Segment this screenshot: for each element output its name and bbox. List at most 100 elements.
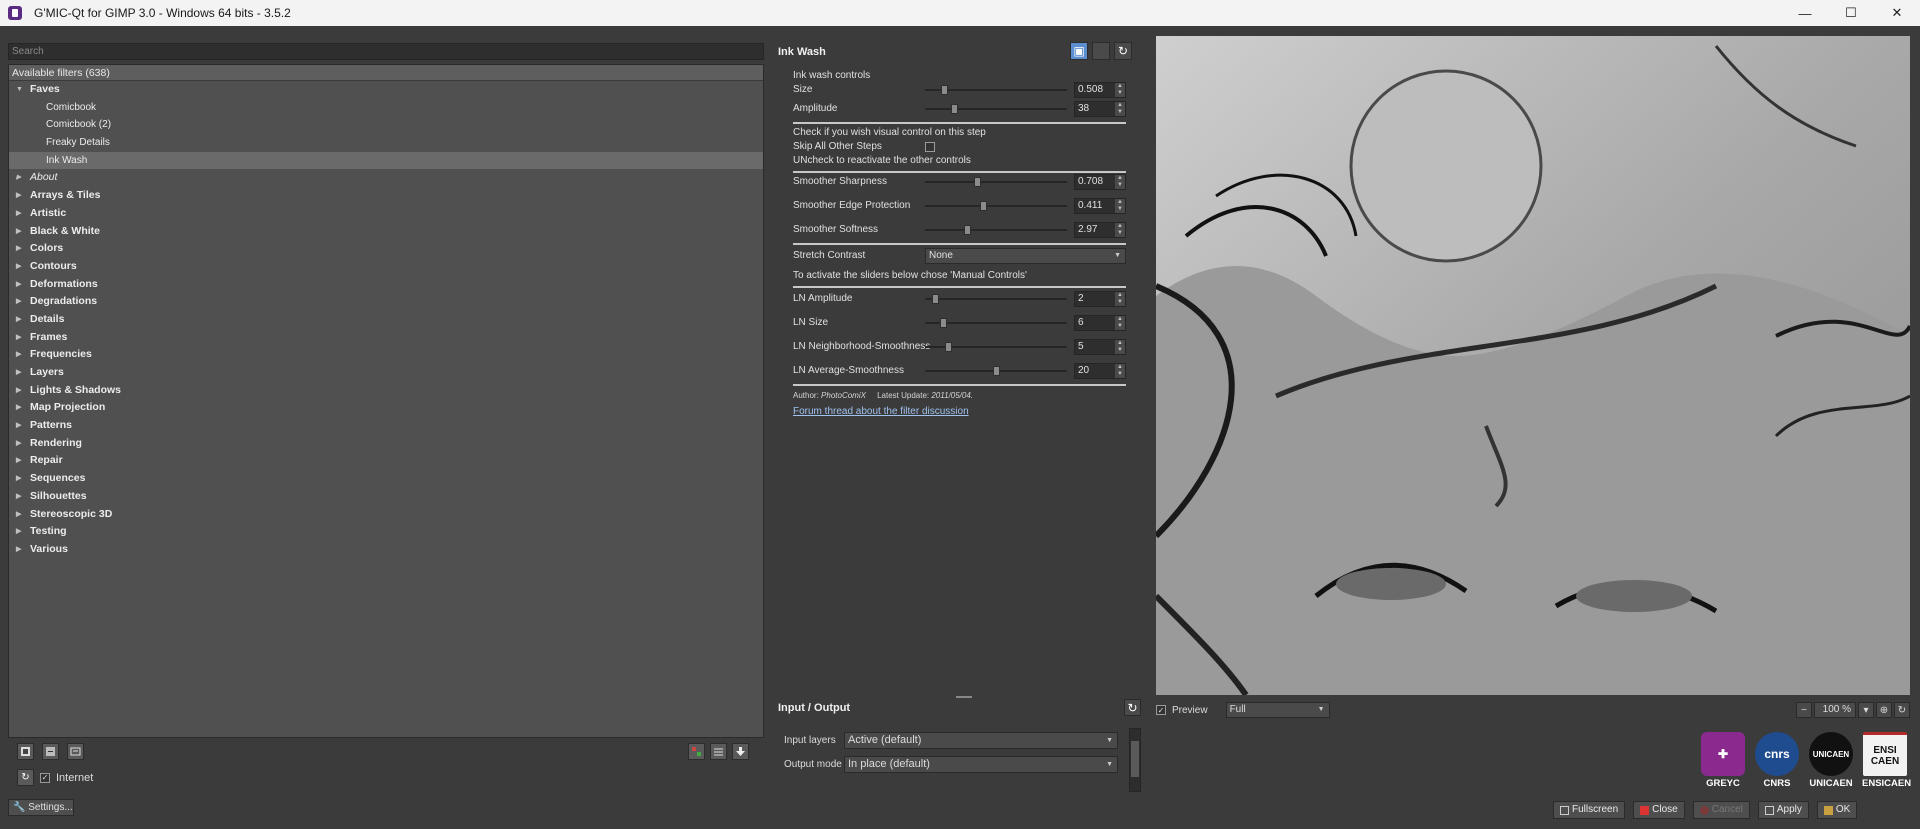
- zoom-in-button[interactable]: ⊕: [1876, 702, 1892, 718]
- cancel-button[interactable]: Cancel: [1692, 801, 1750, 819]
- filter-item[interactable]: Ink Wash: [9, 151, 763, 170]
- filter-category[interactable]: ▶ Repair: [9, 452, 763, 470]
- smoother-sharpness-slider[interactable]: [925, 177, 1067, 187]
- filter-tree[interactable]: Available filters (638) ▼ Faves Comicbook C…: [8, 64, 764, 738]
- expand-right-icon[interactable]: ▶: [16, 506, 21, 524]
- spin-arrows-icon[interactable]: ▲ ▼: [1115, 316, 1125, 330]
- filter-category[interactable]: ▶ Map Projection: [9, 399, 763, 417]
- expand-right-icon[interactable]: ▶: [16, 470, 21, 488]
- settings-button[interactable]: 🔧 Settings...: [8, 799, 74, 816]
- expand-right-icon[interactable]: ▶: [16, 523, 21, 541]
- expand-right-icon[interactable]: ▶: [16, 329, 21, 347]
- ln-amplitude-slider[interactable]: [925, 294, 1067, 304]
- spin-arrows-icon[interactable]: ▲ ▼: [1115, 340, 1125, 354]
- internet-checkbox[interactable]: ✓: [40, 772, 50, 783]
- expand-right-icon[interactable]: ▶: [16, 488, 21, 506]
- filter-category[interactable]: ▶ Contours: [9, 258, 763, 276]
- expand-right-icon[interactable]: ▶: [16, 293, 21, 311]
- spin-arrows-icon[interactable]: ▲ ▼: [1115, 223, 1125, 237]
- size-spinbox[interactable]: 0.508 ▲ ▼: [1074, 82, 1126, 98]
- expand-right-icon[interactable]: ▶: [16, 399, 21, 417]
- filter-category[interactable]: ▶ Patterns: [9, 417, 763, 435]
- copy-command-button[interactable]: [1092, 42, 1110, 60]
- smoother-sharpness-spinbox[interactable]: 0.708 ▲ ▼: [1074, 174, 1126, 190]
- expand-right-icon[interactable]: ▶: [16, 240, 21, 258]
- preview-checkbox[interactable]: ✓: [1156, 705, 1166, 715]
- close-window-button[interactable]: ✕: [1874, 0, 1920, 26]
- ln-average-knob[interactable]: [993, 366, 1000, 376]
- update-filters-button[interactable]: [732, 743, 749, 760]
- filter-category[interactable]: ▶ Rendering: [9, 435, 763, 453]
- preview-mode-select[interactable]: Full ▼: [1225, 702, 1330, 718]
- expand-right-icon[interactable]: ▶: [16, 541, 21, 559]
- expand-right-icon[interactable]: ▶: [16, 452, 21, 470]
- amplitude-spinbox[interactable]: 38 ▲ ▼: [1074, 101, 1126, 117]
- smoother-softness-knob[interactable]: [964, 225, 971, 235]
- forum-thread-link[interactable]: Forum thread about the filter discussion: [793, 404, 969, 420]
- expand-right-icon[interactable]: ▶: [16, 435, 21, 453]
- spin-arrows-icon[interactable]: ▲ ▼: [1115, 83, 1125, 97]
- maximize-button[interactable]: ☐: [1828, 0, 1874, 26]
- filter-category[interactable]: ▶ Lights & Shadows: [9, 382, 763, 400]
- size-slider-knob[interactable]: [941, 85, 948, 95]
- preview-canvas[interactable]: [1156, 36, 1910, 695]
- ln-neighborhood-spinbox[interactable]: 5 ▲ ▼: [1074, 339, 1126, 355]
- close-button[interactable]: Close: [1633, 801, 1685, 819]
- expand-right-icon[interactable]: ▶: [16, 346, 21, 364]
- smoother-sharpness-knob[interactable]: [974, 177, 981, 187]
- remove-fave-button[interactable]: [42, 743, 59, 760]
- ln-neighborhood-slider[interactable]: [925, 342, 1067, 352]
- expand-right-icon[interactable]: ▶: [16, 382, 21, 400]
- filter-category[interactable]: ▶ Various: [9, 541, 763, 559]
- smoother-edge-knob[interactable]: [980, 201, 987, 211]
- ln-amplitude-spinbox[interactable]: 2 ▲ ▼: [1074, 291, 1126, 307]
- reset-zoom-button[interactable]: ↻: [1894, 702, 1910, 718]
- filter-item[interactable]: Freaky Details: [9, 134, 763, 152]
- spin-arrows-icon[interactable]: ▲ ▼: [1115, 364, 1125, 378]
- ln-amplitude-knob[interactable]: [932, 294, 939, 304]
- stretch-contrast-select[interactable]: None ▼: [925, 248, 1126, 264]
- ln-neighborhood-knob[interactable]: [945, 342, 952, 352]
- rename-fave-button[interactable]: [67, 743, 84, 760]
- selective-mode-button[interactable]: [688, 743, 705, 760]
- expand-right-icon[interactable]: ▶: [16, 417, 21, 435]
- smoother-edge-spinbox[interactable]: 0.411 ▲ ▼: [1074, 198, 1126, 214]
- spin-arrows-icon[interactable]: ▲ ▼: [1115, 199, 1125, 213]
- size-slider[interactable]: [925, 85, 1067, 95]
- expand-right-icon[interactable]: ▶: [16, 364, 21, 382]
- smoother-softness-spinbox[interactable]: 2.97 ▲ ▼: [1074, 222, 1126, 238]
- reset-params-button[interactable]: ↻: [1114, 42, 1132, 60]
- filter-category[interactable]: ▶ Details: [9, 311, 763, 329]
- filter-category[interactable]: ▶ Degradations: [9, 293, 763, 311]
- expand-right-icon[interactable]: ▶: [16, 258, 21, 276]
- amplitude-slider[interactable]: [925, 104, 1067, 114]
- zoom-out-button[interactable]: −: [1796, 702, 1812, 718]
- filter-category[interactable]: ▶ Stereoscopic 3D: [9, 506, 763, 524]
- filter-category[interactable]: ▶ Colors: [9, 240, 763, 258]
- ln-average-spinbox[interactable]: 20 ▲ ▼: [1074, 363, 1126, 379]
- spin-arrows-icon[interactable]: ▲ ▼: [1115, 102, 1125, 116]
- spin-arrows-icon[interactable]: ▲ ▼: [1115, 292, 1125, 306]
- fave-toggle-button[interactable]: ▣: [1070, 42, 1088, 60]
- spin-arrows-icon[interactable]: ▲ ▼: [1115, 175, 1125, 189]
- ln-size-slider[interactable]: [925, 318, 1067, 328]
- zoom-dropdown-button[interactable]: ▾: [1858, 702, 1874, 718]
- filter-item[interactable]: Comicbook (2): [9, 116, 763, 134]
- smoother-edge-slider[interactable]: [925, 201, 1067, 211]
- ln-size-knob[interactable]: [940, 318, 947, 328]
- add-fave-button[interactable]: [17, 743, 34, 760]
- filter-category[interactable]: ▼ Faves: [9, 81, 763, 99]
- ln-average-slider[interactable]: [925, 366, 1067, 376]
- skip-steps-checkbox[interactable]: [925, 142, 935, 152]
- filter-category[interactable]: ▶ Frames: [9, 329, 763, 347]
- expand-right-icon[interactable]: ▶: [16, 223, 21, 241]
- expand-right-icon[interactable]: ▶: [16, 169, 21, 187]
- zoom-value[interactable]: 100 %: [1814, 702, 1856, 718]
- expand-collapse-button[interactable]: [710, 743, 727, 760]
- expand-right-icon[interactable]: ▶: [16, 276, 21, 294]
- expand-right-icon[interactable]: ▶: [16, 311, 21, 329]
- ln-size-spinbox[interactable]: 6 ▲ ▼: [1074, 315, 1126, 331]
- scrollbar-thumb[interactable]: [1131, 741, 1139, 777]
- filter-category[interactable]: ▶ About: [9, 169, 763, 187]
- splitter-handle[interactable]: [956, 696, 972, 698]
